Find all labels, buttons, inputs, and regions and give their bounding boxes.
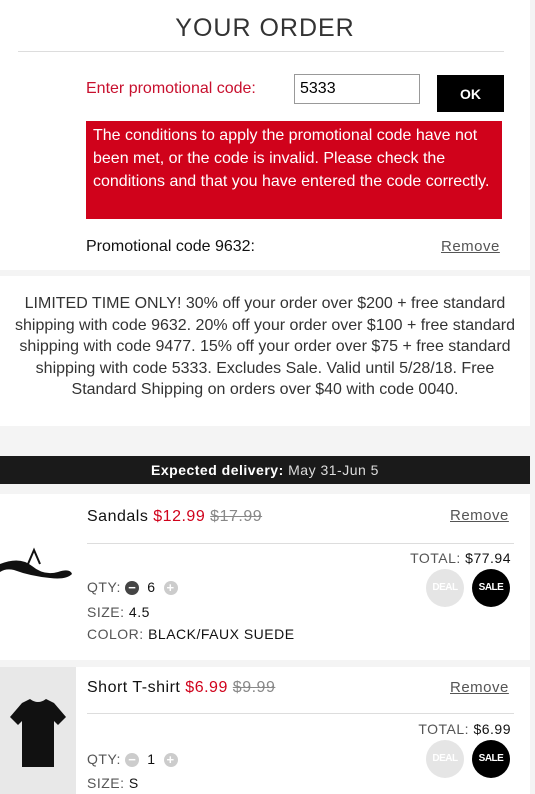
- item-sale-price: $12.99: [153, 508, 206, 525]
- total-label: TOTAL:: [418, 721, 470, 737]
- order-panel: YOUR ORDER Enter promotional code: OK Th…: [0, 0, 530, 270]
- qty-label: QTY:: [87, 751, 121, 767]
- delivery-dates: May 31-Jun 5: [288, 462, 379, 478]
- item-divider: [87, 713, 514, 714]
- deal-badge: DEAL: [426, 740, 464, 778]
- item-original-price: $17.99: [210, 508, 263, 525]
- deal-badge: DEAL: [426, 569, 464, 607]
- tshirt-thumbnail[interactable]: [0, 667, 76, 794]
- page-title: YOUR ORDER: [175, 14, 355, 42]
- item-total: TOTAL: $77.94: [410, 550, 511, 566]
- applied-promo-label: Promotional code 9632:: [86, 238, 255, 255]
- size-label: SIZE:: [87, 775, 125, 791]
- remove-promo-link[interactable]: Remove: [441, 238, 500, 255]
- color-value: BLACK/FAUX SUEDE: [148, 626, 295, 642]
- sandals-thumbnail[interactable]: [0, 494, 76, 660]
- quantity-stepper: QTY: −1 +: [87, 751, 178, 768]
- qty-value: 6: [147, 579, 156, 595]
- promo-notice-panel: LIMITED TIME ONLY! 30% off your order ov…: [0, 276, 530, 426]
- decrease-qty-icon[interactable]: −: [125, 581, 140, 596]
- item-title: Short T-shirt $6.99 $9.99: [87, 679, 275, 697]
- sale-badge: SALE: [472, 740, 510, 778]
- apply-promo-button[interactable]: OK: [437, 75, 504, 112]
- color-label: COLOR:: [87, 626, 144, 642]
- promo-error-message: The conditions to apply the promotional …: [86, 121, 502, 219]
- sale-badge: SALE: [472, 569, 510, 607]
- delivery-label: Expected delivery:: [151, 462, 284, 478]
- remove-item-link[interactable]: Remove: [450, 679, 509, 696]
- item-divider: [87, 543, 514, 544]
- item-name[interactable]: Sandals: [87, 508, 148, 525]
- item-title: Sandals $12.99 $17.99: [87, 508, 262, 526]
- size-value: S: [128, 775, 139, 791]
- cart-item: Sandals $12.99 $17.99 Remove TOTAL: $77.…: [0, 494, 530, 660]
- item-name[interactable]: Short T-shirt: [87, 679, 180, 696]
- promo-code-input[interactable]: [294, 74, 420, 104]
- promo-code-label: Enter promotional code:: [86, 80, 256, 97]
- title-divider: [18, 51, 504, 52]
- size-label: SIZE:: [87, 604, 125, 620]
- item-size: SIZE: S: [87, 775, 139, 791]
- item-sale-price: $6.99: [185, 679, 228, 696]
- total-value: $6.99: [473, 721, 511, 737]
- increase-qty-icon[interactable]: +: [163, 753, 178, 768]
- promo-notice-text: LIMITED TIME ONLY! 30% off your order ov…: [14, 295, 516, 398]
- cart-item: Short T-shirt $6.99 $9.99 Remove TOTAL: …: [0, 667, 530, 794]
- item-original-price: $9.99: [232, 679, 276, 696]
- decrease-qty-icon[interactable]: −: [125, 753, 140, 768]
- remove-item-link[interactable]: Remove: [450, 507, 509, 524]
- total-label: TOTAL:: [410, 550, 461, 566]
- total-value: $77.94: [465, 550, 511, 566]
- quantity-stepper: QTY: −6 +: [87, 579, 178, 596]
- qty-label: QTY:: [87, 579, 121, 595]
- item-color: COLOR: BLACK/FAUX SUEDE: [87, 626, 295, 642]
- item-size: SIZE: 4.5: [87, 604, 150, 620]
- item-total: TOTAL: $6.99: [418, 721, 511, 737]
- size-value: 4.5: [128, 604, 150, 620]
- delivery-bar: Expected delivery: May 31-Jun 5: [0, 456, 530, 484]
- qty-value: 1: [147, 751, 156, 767]
- increase-qty-icon[interactable]: +: [163, 581, 178, 596]
